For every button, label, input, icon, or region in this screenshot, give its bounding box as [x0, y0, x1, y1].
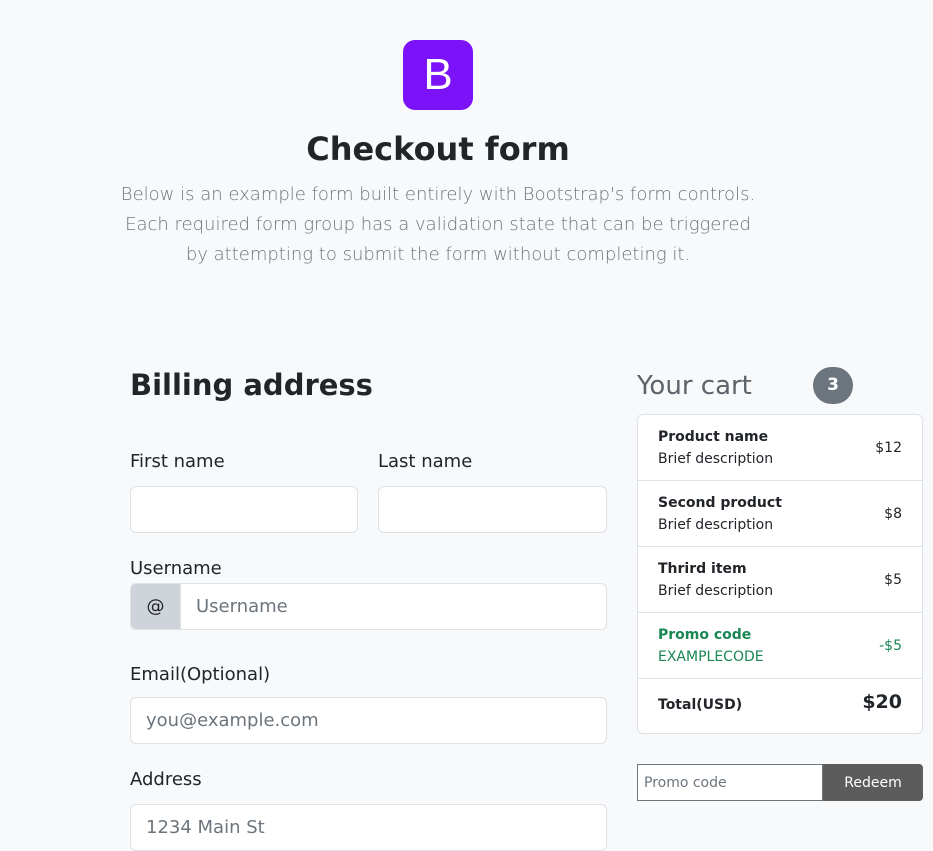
- cart-item-price: $5: [884, 572, 902, 588]
- cart-item: Thrird item Brief description $5: [638, 547, 922, 613]
- username-label: Username: [130, 558, 222, 579]
- username-input[interactable]: [180, 583, 607, 630]
- at-sign-addon: @: [130, 583, 180, 630]
- promo-code-input[interactable]: [637, 764, 823, 801]
- billing-heading: Billing address: [130, 368, 373, 402]
- cart-item-description: Brief description: [658, 451, 774, 467]
- total-amount: $20: [862, 691, 902, 713]
- page-title: Checkout form: [306, 130, 570, 168]
- cart-item-price: $8: [884, 506, 902, 522]
- cart-heading: Your cart: [637, 371, 752, 401]
- cart-total-row: Total(USD) $20: [638, 679, 922, 732]
- cart-item-name: Second product: [658, 495, 782, 511]
- cart-item: Product name Brief description $12: [638, 415, 922, 481]
- email-input[interactable]: [130, 697, 607, 744]
- cart-count-badge: 3: [813, 367, 853, 404]
- redeem-button[interactable]: Redeem: [823, 764, 923, 801]
- email-label: Email(Optional): [130, 664, 271, 685]
- last-name-label: Last name: [378, 451, 473, 472]
- cart-item-description: Brief description: [658, 517, 774, 533]
- cart-item-price: $12: [875, 440, 902, 456]
- promo-label: Promo code: [658, 627, 752, 643]
- page-lead: Below is an example form built entirely …: [120, 184, 756, 265]
- bootstrap-logo: B: [403, 40, 473, 110]
- total-label: Total(USD): [658, 697, 743, 713]
- promo-discount: -$5: [879, 638, 902, 654]
- username-input-group: @: [130, 583, 607, 630]
- first-name-label: First name: [130, 451, 225, 472]
- address-input[interactable]: [130, 804, 607, 851]
- address-label: Address: [130, 769, 202, 790]
- cart-item-name: Thrird item: [658, 561, 747, 577]
- last-name-input[interactable]: [378, 486, 607, 533]
- cart-item-name: Product name: [658, 429, 769, 445]
- cart-promo-row: Promo code EXAMPLECODE -$5: [638, 613, 922, 679]
- cart-list: Product name Brief description $12 Secon…: [637, 414, 923, 734]
- cart-item: Second product Brief description $8: [638, 481, 922, 547]
- first-name-input[interactable]: [130, 486, 358, 533]
- cart-item-description: Brief description: [658, 583, 774, 599]
- promo-code-value: EXAMPLECODE: [658, 649, 764, 665]
